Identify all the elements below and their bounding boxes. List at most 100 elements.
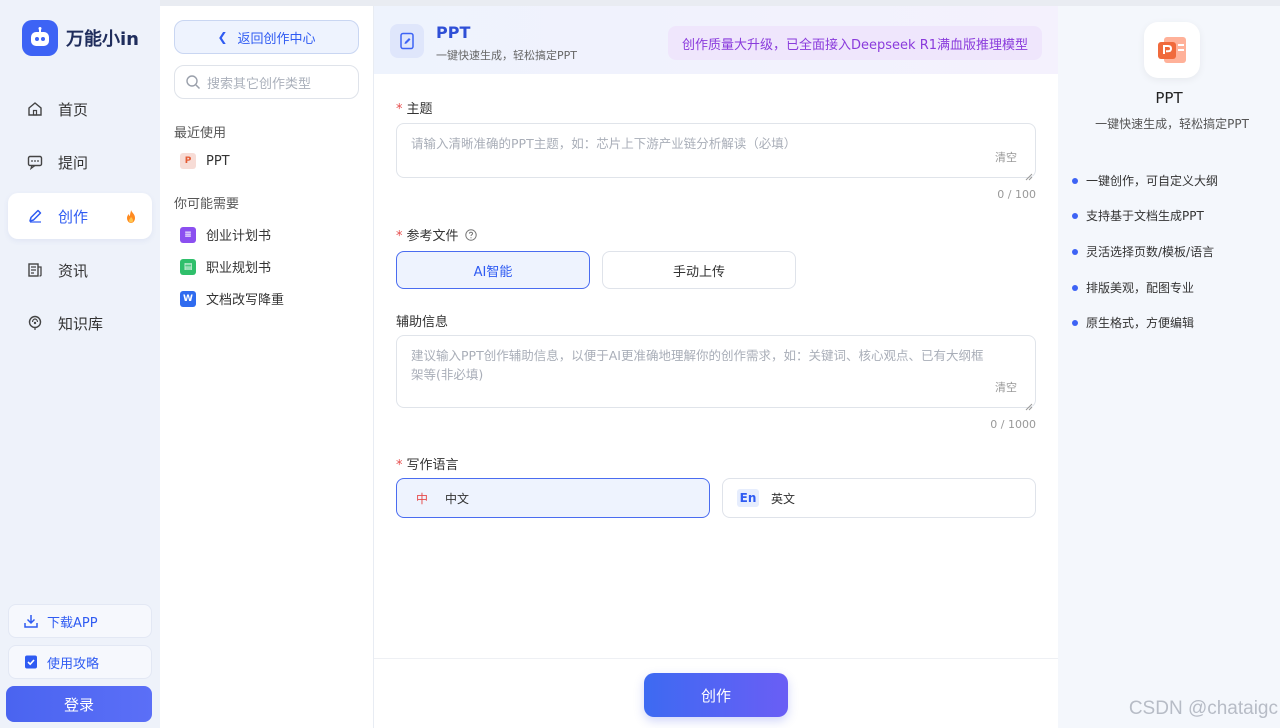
bullet-icon: [1072, 319, 1078, 326]
search-icon: [185, 74, 201, 90]
topic-placeholder: 请输入清晰准确的PPT主题，如：芯片上下游产业链分析解读（必填）: [411, 136, 797, 151]
login-button[interactable]: 登录: [6, 686, 152, 722]
ref-option-upload[interactable]: 手动上传: [602, 251, 796, 289]
lang-option-label: 英文: [771, 491, 796, 506]
recent-item-ppt[interactable]: P PPT: [180, 153, 230, 169]
back-label: 返回创作中心: [237, 31, 316, 47]
home-icon: [26, 100, 44, 118]
career-plan-icon: ▤: [180, 258, 196, 275]
left-nav: 万能小in 首页 提问 创作 资讯 知识库 下载APP 使用攻略 登录: [0, 0, 160, 728]
info-subtitle: 一键快速生成，轻松搞定PPT: [1095, 117, 1249, 131]
resize-grip-icon[interactable]: [1025, 167, 1033, 181]
suggest-item-business-plan[interactable]: ≡ 创业计划书: [180, 225, 271, 244]
feature-text: 一键创作，可自定义大纲: [1086, 174, 1219, 188]
category-search-input[interactable]: 搜索其它创作类型: [174, 65, 359, 99]
robot-icon: [22, 20, 58, 56]
aux-counter: 0 / 1000: [990, 418, 1036, 431]
lang-option-english[interactable]: En 英文: [722, 478, 1036, 518]
chevron-left-icon: ❮: [217, 30, 228, 44]
info-title: PPT: [1155, 89, 1183, 107]
guide-button[interactable]: 使用攻略: [8, 645, 152, 679]
feature-item: 支持基于文档生成PPT: [1072, 207, 1204, 224]
doc-edit-icon: [390, 24, 424, 58]
brand-name: 万能小in: [66, 29, 139, 50]
bullet-icon: [1072, 212, 1078, 219]
pen-icon: [26, 207, 44, 225]
topic-input[interactable]: 请输入清晰准确的PPT主题，如：芯片上下游产业链分析解读（必填） 清空: [396, 123, 1036, 181]
cat-item-label: 职业规划书: [206, 261, 272, 276]
news-icon: [26, 261, 44, 279]
download-app-label: 下载APP: [47, 615, 98, 631]
suggest-heading: 你可能需要: [174, 197, 240, 212]
powerpoint-icon: [1144, 22, 1200, 78]
cat-item-label: 文档改写降重: [206, 293, 285, 308]
watermark: CSDN @chataigc: [1128, 698, 1278, 719]
form-header: PPT 一键快速生成，轻松搞定PPT 创作质量大升级，已全面接入Deepseek…: [374, 6, 1058, 74]
back-to-center-button[interactable]: ❮ 返回创作中心: [174, 20, 359, 54]
ref-label: * 参考文件: [396, 225, 477, 244]
topic-label-text: 主题: [406, 102, 433, 117]
brand-logo[interactable]: 万能小in: [22, 20, 139, 56]
feature-text: 原生格式，方便编辑: [1086, 316, 1195, 330]
ppt-icon: P: [180, 153, 196, 169]
feature-item: 排版美观，配图专业: [1072, 279, 1194, 296]
feature-text: 支持基于文档生成PPT: [1086, 209, 1204, 223]
suggest-item-rewrite[interactable]: W 文档改写降重: [180, 289, 284, 308]
nav-item-label: 资讯: [58, 261, 89, 280]
lang-label-text: 写作语言: [406, 458, 459, 473]
checklist-icon: [23, 654, 39, 670]
nav-item-ask[interactable]: 提问: [8, 139, 152, 185]
topic-clear-button[interactable]: 清空: [995, 148, 1017, 167]
create-form: PPT 一键快速生成，轻松搞定PPT 创作质量大升级，已全面接入Deepseek…: [374, 6, 1058, 728]
required-mark: *: [396, 229, 403, 244]
required-mark: *: [396, 458, 403, 473]
ref-label-text: 参考文件: [406, 229, 459, 244]
upgrade-banner[interactable]: 创作质量大升级，已全面接入Deepseek R1满血版推理模型: [668, 26, 1042, 60]
create-button[interactable]: 创作: [644, 673, 788, 717]
nav-item-home[interactable]: 首页: [8, 86, 152, 132]
feature-text: 排版美观，配图专业: [1086, 281, 1195, 295]
rewrite-doc-icon: W: [180, 290, 196, 307]
form-title: PPT: [436, 23, 471, 42]
aux-placeholder: 建议输入PPT创作辅助信息，以便于AI更准确地理解你的创作需求，如：关键词、核心…: [411, 348, 984, 382]
resize-grip-icon[interactable]: [1025, 397, 1033, 411]
search-placeholder: 搜索其它创作类型: [207, 76, 312, 92]
aux-clear-button[interactable]: 清空: [995, 378, 1017, 397]
aux-input[interactable]: 建议输入PPT创作辅助信息，以便于AI更准确地理解你的创作需求，如：关键词、核心…: [396, 335, 1036, 411]
topic-label: * 主题: [396, 98, 433, 117]
info-panel: PPT 一键快速生成，轻松搞定PPT 一键创作，可自定义大纲 支持基于文档生成P…: [1058, 6, 1280, 728]
feature-item: 一键创作，可自定义大纲: [1072, 172, 1218, 189]
form-subtitle: 一键快速生成，轻松搞定PPT: [436, 49, 577, 62]
lang-option-label: 中文: [445, 491, 470, 506]
download-icon: [23, 613, 39, 629]
nav-item-label: 提问: [58, 153, 89, 172]
download-app-button[interactable]: 下载APP: [8, 604, 152, 638]
aux-label: 辅助信息: [396, 315, 449, 330]
ref-option-ai[interactable]: AI智能: [396, 251, 590, 289]
help-icon[interactable]: [464, 229, 477, 241]
nav-item-news[interactable]: 资讯: [8, 247, 152, 293]
chat-icon: [26, 153, 44, 171]
form-footer: 创作: [374, 658, 1058, 728]
suggest-item-career-plan[interactable]: ▤ 职业规划书: [180, 257, 271, 276]
feature-item: 灵活选择页数/模板/语言: [1072, 243, 1214, 260]
guide-label: 使用攻略: [47, 656, 100, 672]
fire-icon: [126, 209, 136, 223]
nav-item-label: 知识库: [58, 314, 104, 333]
brain-icon: [26, 314, 44, 332]
cat-item-label: 创业计划书: [206, 229, 272, 244]
nav-item-knowledge[interactable]: 知识库: [8, 300, 152, 346]
lang-option-chinese[interactable]: 中 中文: [396, 478, 710, 518]
topic-counter: 0 / 100: [997, 188, 1036, 201]
bullet-icon: [1072, 177, 1078, 184]
chinese-badge-icon: 中: [415, 491, 428, 506]
feature-item: 原生格式，方便编辑: [1072, 314, 1194, 331]
lang-label: * 写作语言: [396, 454, 459, 473]
nav-item-label: 创作: [58, 207, 89, 226]
cat-item-label: PPT: [206, 153, 230, 169]
category-panel: ❮ 返回创作中心 搜索其它创作类型 最近使用 P PPT 你可能需要 ≡ 创业计…: [160, 6, 374, 728]
recent-heading: 最近使用: [174, 126, 227, 141]
nav-item-create[interactable]: 创作: [8, 193, 152, 239]
required-mark: *: [396, 102, 403, 117]
business-plan-icon: ≡: [180, 226, 196, 243]
